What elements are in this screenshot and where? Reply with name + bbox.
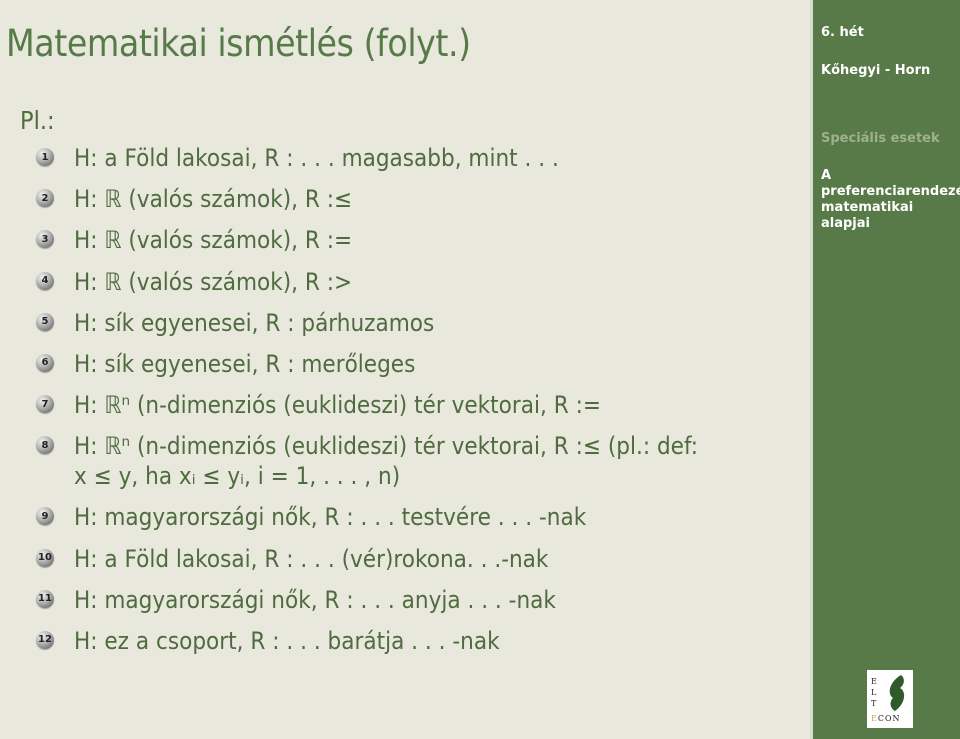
number-bullet-icon: 5 — [36, 312, 54, 331]
item-text: H: a Föld lakosai, R : . . . (vér)rokona… — [74, 544, 549, 573]
item-text: H: ℝⁿ (n-dimenziós (euklideszi) tér vekt… — [74, 431, 698, 491]
number-bullet-icon: 12 — [36, 630, 54, 649]
list-item: 5 H: sík egyenesei, R : párhuzamos — [36, 308, 767, 349]
item-text: H: ℝⁿ (n-dimenziós (euklideszi) tér vekt… — [74, 391, 601, 420]
list-item: 11 H: magyarországi nők, R : . . . anyja … — [36, 585, 767, 626]
leaf-icon — [889, 675, 905, 711]
list-item: 4 H: ℝ (valós számok), R :> — [36, 267, 767, 308]
number-bullet-icon: 6 — [36, 353, 54, 372]
item-text: H: a Föld lakosai, R : . . . magasabb, m… — [74, 144, 559, 172]
list-item: 6 H: sík egyenesei, R : merőleges — [36, 349, 767, 390]
logo-econ-text: ECON — [871, 714, 901, 723]
elte-econ-logo: E L T ECON — [867, 670, 913, 728]
number-bullet-icon: 10 — [36, 548, 54, 567]
item-text-line1: H: ℝⁿ (n-dimenziós (euklideszi) tér vekt… — [74, 432, 699, 461]
logo-letters: E L T — [871, 677, 879, 708]
list-item: 7 H: ℝⁿ (n-dimenziós (euklideszi) tér vek… — [36, 390, 767, 431]
list-item: 9 H: magyarországi nők, R : . . . testvér… — [36, 502, 767, 543]
intro-label: Pl.: — [20, 106, 55, 135]
slide-title: Matematikai ismétlés (folyt.) — [6, 22, 471, 65]
list-item: 10 H: a Föld lakosai, R : . . . (vér)roko… — [36, 544, 767, 585]
item-text: H: sík egyenesei, R : párhuzamos — [74, 308, 435, 337]
number-bullet-icon: 3 — [36, 230, 54, 249]
item-text: H: ez a csoport, R : . . . barátja . . .… — [74, 626, 500, 655]
item-text-line2: x ≤ y, ha xᵢ ≤ yᵢ, i = 1, . . . , n) — [74, 462, 401, 491]
number-bullet-icon: 4 — [36, 271, 54, 290]
number-bullet-icon: 2 — [36, 189, 54, 208]
sidebar-week[interactable]: 6. hét — [821, 25, 864, 40]
number-bullet-icon: 1 — [36, 148, 54, 166]
sidebar-section-link[interactable]: Speciális esetek — [821, 131, 940, 146]
sidebar-authors[interactable]: Kőhegyi - Horn — [821, 63, 930, 78]
number-bullet-icon: 7 — [36, 395, 54, 414]
number-bullet-icon: 9 — [36, 507, 54, 526]
list-item: 12 H: ez a csoport, R : . . . barátja . .… — [36, 626, 767, 667]
item-text: H: sík egyenesei, R : merőleges — [74, 349, 416, 378]
sidebar: 6. hét Kőhegyi - Horn Speciális esetek A… — [810, 0, 960, 739]
list-item: 1 H: a Föld lakosai, R : . . . magasabb, … — [36, 143, 767, 184]
item-text: H: ℝ (valós számok), R :> — [74, 267, 353, 296]
item-text: H: ℝ (valós számok), R :≤ — [74, 185, 353, 214]
list-item: 2 H: ℝ (valós számok), R :≤ — [36, 184, 767, 225]
list-item: 3 H: ℝ (valós számok), R := — [36, 225, 767, 266]
list-item: 8 H: ℝⁿ (n-dimenziós (euklideszi) tér vek… — [36, 431, 767, 502]
slide-content: Matematikai ismétlés (folyt.) Pl.: 1 H: a… — [0, 0, 810, 739]
item-text: H: magyarországi nők, R : . . . testvére… — [74, 503, 587, 532]
sidebar-subsection-link[interactable]: A preferenciarendezés matematikai alapja… — [821, 168, 960, 232]
number-bullet-icon: 8 — [36, 436, 54, 455]
example-list: 1 H: a Föld lakosai, R : . . . magasabb, … — [36, 143, 767, 667]
item-text: H: ℝ (valós számok), R := — [74, 226, 353, 255]
item-text: H: magyarországi nők, R : . . . anyja . … — [74, 585, 556, 614]
number-bullet-icon: 11 — [36, 589, 54, 608]
